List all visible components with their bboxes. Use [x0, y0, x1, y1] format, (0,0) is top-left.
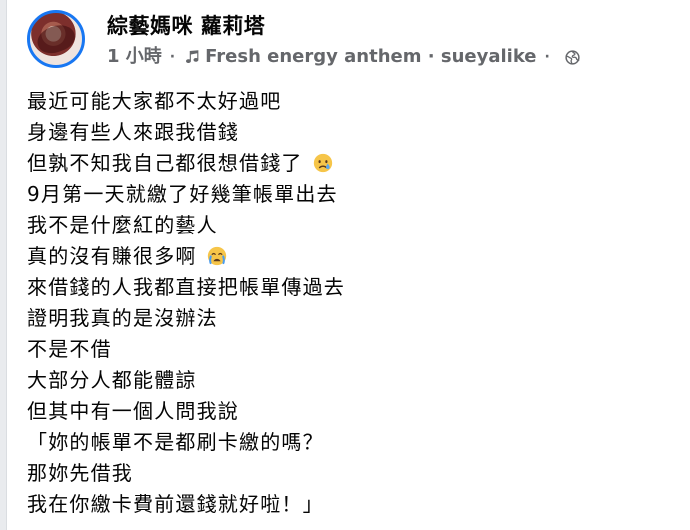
- post-line: 身邊有些人來跟我借錢: [27, 117, 667, 148]
- author-name[interactable]: 綜藝媽咪 蘿莉塔: [107, 12, 265, 40]
- post-line: 來借錢的人我都直接把帳單傳過去: [27, 272, 667, 303]
- post-line: 最近可能大家都不太好過吧: [27, 86, 667, 117]
- post-line-text: 大部分人都能體諒: [27, 368, 197, 392]
- post-line-text: 但孰不知我自己都很想借錢了: [27, 151, 303, 175]
- post-line-text: 最近可能大家都不太好過吧: [27, 89, 282, 113]
- post-time[interactable]: 1 小時: [107, 45, 162, 69]
- sad-tear-emoji-icon: [314, 153, 333, 173]
- post-line: 9月第一天就繳了好幾筆帳單出去: [27, 179, 667, 210]
- post-line: 證明我真的是沒辦法: [27, 303, 667, 334]
- crying-emoji-icon: [208, 246, 227, 266]
- privacy-separator: ·: [544, 49, 550, 65]
- post-header: 綜藝媽咪 蘿莉塔 1 小時 · Fresh energy anthem · su…: [27, 10, 667, 74]
- post-line: 不是不借: [27, 334, 667, 365]
- post-line-text: 「妳的帳單不是都刷卡繳的嗎？: [27, 430, 324, 454]
- post-meta: 1 小時 · Fresh energy anthem · sueyalike ·: [107, 45, 581, 69]
- post-line-text: 我在你繳卡費前還錢就好啦！」: [27, 492, 324, 516]
- author-avatar[interactable]: [27, 10, 85, 68]
- post-line: 我不是什麼紅的藝人: [27, 210, 667, 241]
- post-line-text: 我不是什麼紅的藝人: [27, 213, 218, 237]
- post-line-text: 9月第一天就繳了好幾筆帳單出去: [27, 182, 338, 206]
- post-body: 最近可能大家都不太好過吧 身邊有些人來跟我借錢 但孰不知我自己都很想借錢了 9月…: [27, 86, 667, 520]
- post-line: 「妳的帳單不是都刷卡繳的嗎？: [27, 427, 667, 458]
- post-line-text: 但其中有一個人問我說: [27, 399, 239, 423]
- post-line-text: 身邊有些人來跟我借錢: [27, 120, 239, 144]
- post-line-text: 來借錢的人我都直接把帳單傳過去: [27, 275, 345, 299]
- music-note-icon: [186, 50, 199, 63]
- post-line: 我在你繳卡費前還錢就好啦！」: [27, 489, 667, 520]
- post-line-text: 不是不借: [27, 337, 112, 361]
- post-line: 真的沒有賺很多啊: [27, 241, 667, 272]
- globe-icon[interactable]: [564, 49, 581, 66]
- post-line: 但其中有一個人問我說: [27, 396, 667, 427]
- post-line: 那妳先借我: [27, 458, 667, 489]
- post-line-text: 那妳先借我: [27, 461, 133, 485]
- post-line-text: 真的沒有賺很多啊: [27, 244, 197, 268]
- facebook-post-card: 綜藝媽咪 蘿莉塔 1 小時 · Fresh energy anthem · su…: [6, 0, 690, 530]
- post-line: 但孰不知我自己都很想借錢了: [27, 148, 667, 179]
- meta-separator: ·: [169, 49, 176, 65]
- post-line-text: 證明我真的是沒辦法: [27, 306, 218, 330]
- post-line: 大部分人都能體諒: [27, 365, 667, 396]
- music-attribution[interactable]: Fresh energy anthem · sueyalike: [205, 45, 536, 69]
